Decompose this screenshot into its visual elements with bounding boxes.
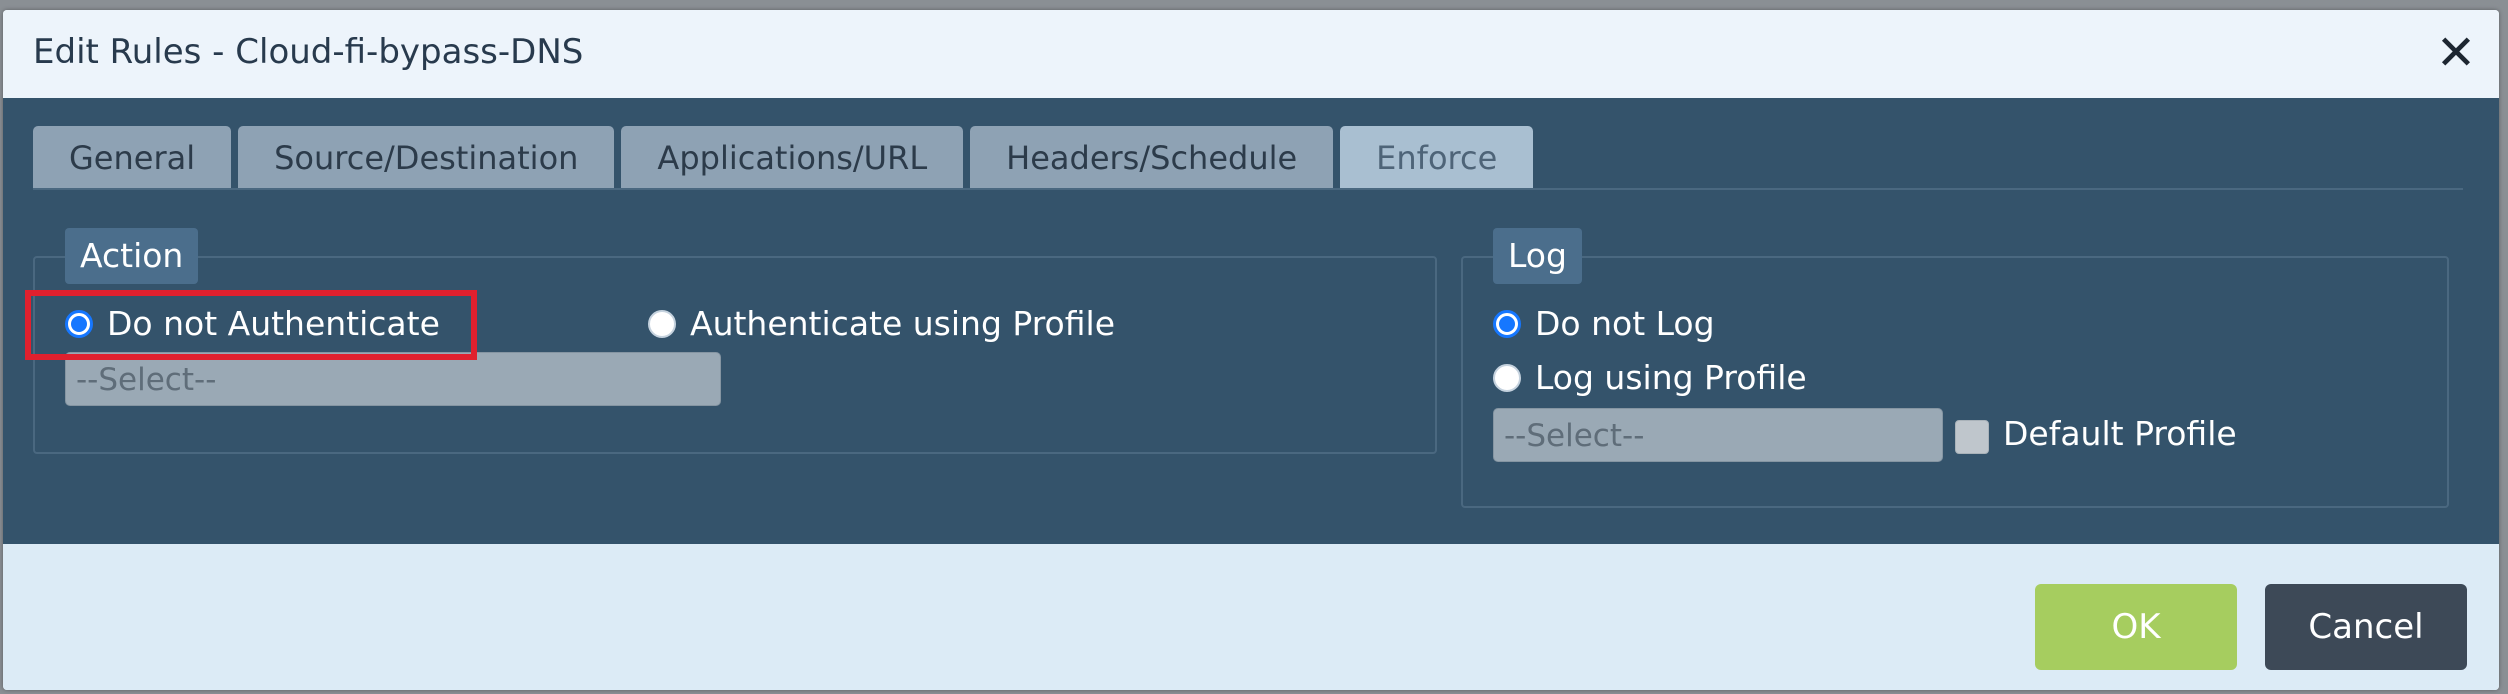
do-not-log-label: Do not Log xyxy=(1535,304,1715,343)
tab-bar: General Source/Destination Applications/… xyxy=(33,126,1534,188)
edit-rules-dialog: Edit Rules - Cloud-fi-bypass-DNS ✕ Gener… xyxy=(3,10,2499,690)
log-legend: Log xyxy=(1493,228,1582,284)
authenticate-using-profile-label: Authenticate using Profile xyxy=(690,304,1116,343)
dialog-title: Edit Rules - Cloud-fi-bypass-DNS xyxy=(33,32,584,72)
action-legend: Action xyxy=(65,228,199,284)
default-profile-label: Default Profile xyxy=(2003,414,2237,453)
tab-divider xyxy=(33,188,2463,190)
dialog-body: General Source/Destination Applications/… xyxy=(3,98,2499,544)
log-profile-select[interactable]: --Select-- xyxy=(1493,408,1943,462)
authenticate-using-profile-radio[interactable] xyxy=(648,309,676,338)
do-not-log-option[interactable]: Do not Log xyxy=(1493,304,1715,343)
do-not-authenticate-radio[interactable] xyxy=(65,309,93,338)
do-not-authenticate-label: Do not Authenticate xyxy=(107,304,440,343)
close-icon[interactable]: ✕ xyxy=(2433,29,2479,77)
do-not-log-radio[interactable] xyxy=(1493,309,1521,338)
tab-general[interactable]: General xyxy=(33,126,232,188)
dialog-footer: OK Cancel xyxy=(3,544,2499,690)
authenticate-using-profile-option[interactable]: Authenticate using Profile xyxy=(648,304,1115,343)
log-using-profile-option[interactable]: Log using Profile xyxy=(1493,358,1807,397)
tab-source-destination[interactable]: Source/Destination xyxy=(238,126,615,188)
authentication-profile-select[interactable]: --Select-- xyxy=(65,352,721,406)
tab-enforce[interactable]: Enforce xyxy=(1340,126,1534,188)
log-using-profile-radio[interactable] xyxy=(1493,363,1521,392)
do-not-authenticate-option[interactable]: Do not Authenticate xyxy=(65,304,440,343)
tab-applications-url[interactable]: Applications/URL xyxy=(621,126,964,188)
default-profile-checkbox[interactable] xyxy=(1955,420,1989,454)
tab-headers-schedule[interactable]: Headers/Schedule xyxy=(970,126,1334,188)
ok-button[interactable]: OK xyxy=(2035,584,2237,670)
log-using-profile-label: Log using Profile xyxy=(1535,358,1807,397)
cancel-button[interactable]: Cancel xyxy=(2265,584,2467,670)
dialog-titlebar: Edit Rules - Cloud-fi-bypass-DNS ✕ xyxy=(3,10,2499,98)
